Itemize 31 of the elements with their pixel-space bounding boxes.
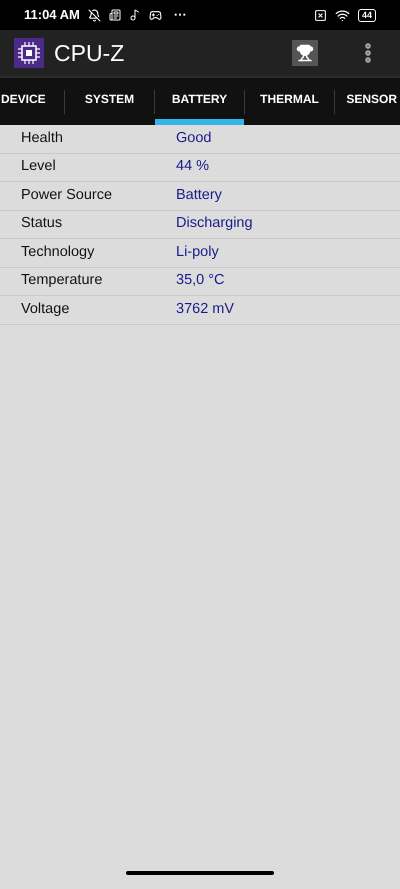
battery-indicator: 44 (358, 8, 376, 22)
news-icon (108, 9, 121, 21)
chip-logo-icon (14, 38, 44, 68)
row-value: 3762 mV (176, 300, 234, 319)
row-label: Power Source (21, 186, 114, 205)
gamepad-icon (148, 8, 162, 22)
row-value: Good (176, 128, 212, 148)
tab[interactable]: THERMAL (245, 78, 334, 125)
tab[interactable]: BATTERY (155, 78, 244, 125)
bell-off-icon (88, 8, 101, 22)
row-label: Health (21, 128, 64, 148)
row-label: Technology (21, 242, 96, 262)
row-value: 35,0 °C (176, 271, 225, 290)
status-time: 11:04 AM (24, 6, 80, 24)
row-value: 44 % (176, 157, 210, 176)
row-label: Voltage (21, 300, 70, 319)
tab[interactable]: SYSTEM (65, 78, 154, 125)
app-title: CPU-Z (54, 38, 124, 68)
row-value: Li-poly (176, 242, 219, 262)
tab[interactable]: SENSOR (335, 78, 398, 125)
row-label: Level (21, 157, 57, 176)
tab[interactable]: DEVICE (0, 78, 64, 125)
wifi-icon (334, 8, 350, 22)
row-label: Temperature (21, 271, 104, 290)
row-value: Battery (176, 186, 222, 205)
sim-icon (314, 8, 327, 22)
music-note-icon (128, 9, 141, 21)
row-label: Status (21, 214, 64, 234)
trophy-button[interactable] (292, 40, 318, 66)
row-value: Discharging (176, 214, 253, 234)
more-notifications: ··· (174, 6, 187, 24)
